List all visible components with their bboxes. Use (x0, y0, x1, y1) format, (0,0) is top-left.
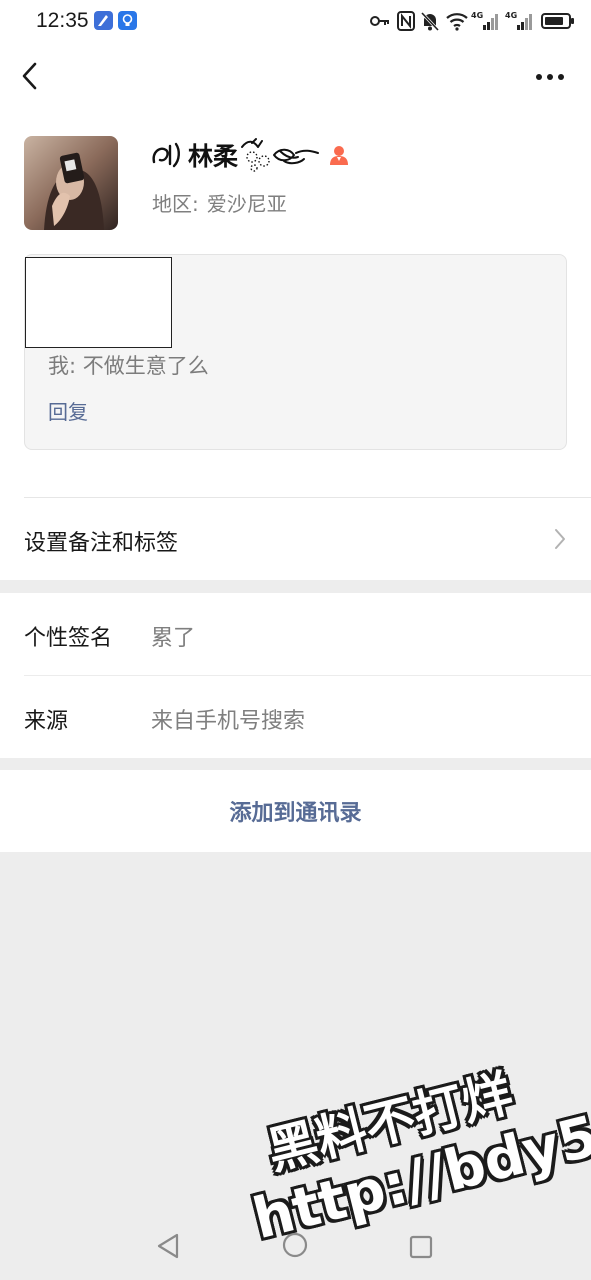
more-button[interactable] (533, 62, 567, 92)
nickname: 林柔 (188, 142, 239, 171)
moment-thumbnail[interactable] (25, 257, 172, 348)
status-bar: 12:35 4G 4G (0, 0, 591, 42)
nav-home-icon[interactable] (280, 1230, 310, 1260)
battery-icon (541, 10, 575, 36)
nav-back-icon[interactable] (155, 1232, 181, 1260)
network-label-2: 4G (505, 11, 517, 20)
nickname-decoration-right (241, 138, 320, 172)
remark-tags-row[interactable]: 设置备注和标签 (0, 498, 591, 580)
chevron-left-icon (22, 62, 37, 90)
female-person-icon (330, 146, 349, 165)
network-label-1: 4G (471, 11, 483, 20)
signature-label: 个性签名 (24, 626, 113, 651)
signal-4g-icon: 4G (505, 10, 533, 36)
add-to-contacts-label: 添加到通讯录 (229, 801, 362, 826)
chevron-right-icon (555, 529, 565, 549)
avatar[interactable] (24, 136, 118, 230)
source-row: 来源 来自手机号搜索 (0, 676, 591, 758)
nickname-row: 林柔 (150, 136, 350, 174)
region-value: 爱沙尼亚 (206, 192, 287, 216)
nfc-icon (397, 10, 415, 36)
region-label: 地区: (152, 192, 199, 216)
status-time: 12:35 (36, 9, 89, 32)
app-notification-icon (94, 11, 113, 30)
key-icon (369, 10, 391, 36)
nickname-decoration-left (152, 142, 180, 168)
mute-bell-icon (420, 10, 440, 36)
source-label: 来源 (24, 709, 69, 734)
wifi-icon (445, 10, 469, 36)
signal-4g-icon: 4G (471, 10, 499, 36)
add-to-contacts-button[interactable]: 添加到通讯录 (0, 770, 591, 852)
info-section: 个性签名 累了 来源 来自手机号搜索 (0, 593, 591, 758)
app-bulb-icon (118, 11, 137, 30)
signature-row: 个性签名 累了 (0, 593, 591, 676)
source-value: 来自手机号搜索 (151, 709, 306, 734)
region: 地区: 爱沙尼亚 (152, 188, 295, 217)
remark-tags-label: 设置备注和标签 (24, 531, 179, 556)
back-button[interactable] (12, 58, 48, 94)
moment-message: 我: 不做生意了么 (48, 354, 209, 378)
reply-link[interactable]: 回复 (48, 396, 88, 425)
signature-value: 累了 (151, 626, 196, 651)
more-dots-icon (536, 74, 564, 80)
nav-recent-apps-icon[interactable] (408, 1234, 434, 1260)
